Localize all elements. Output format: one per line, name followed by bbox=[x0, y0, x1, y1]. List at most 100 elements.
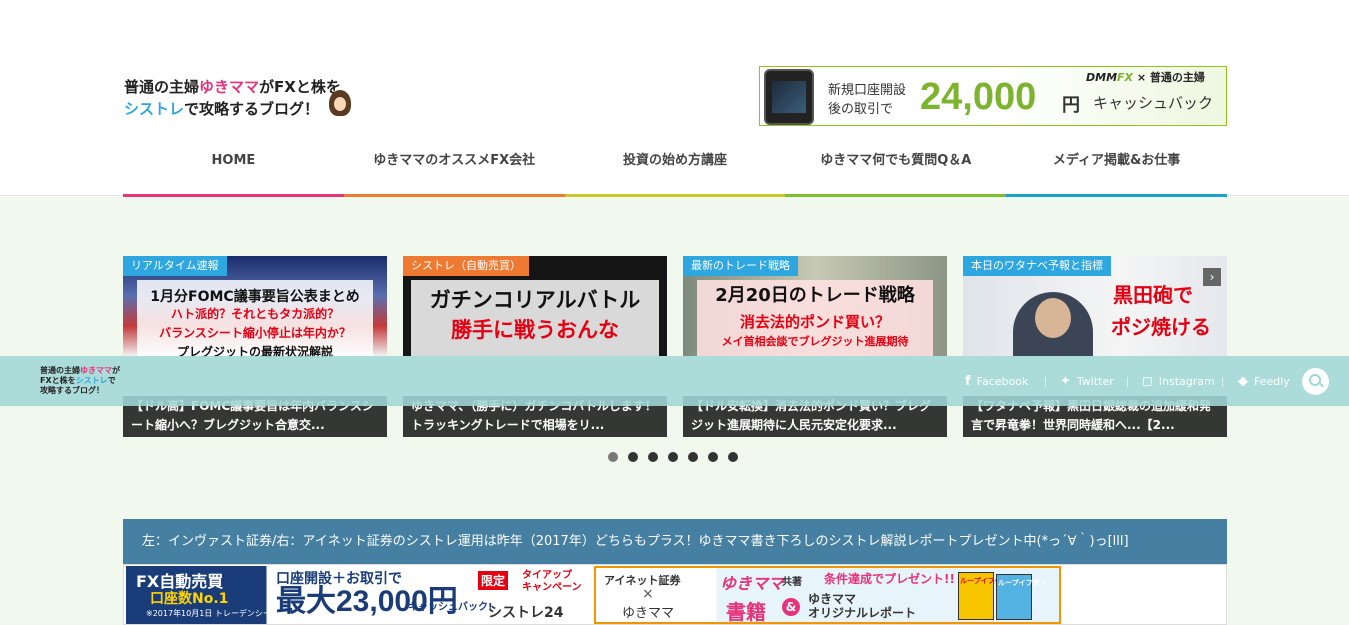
nav-label: ゆきママのオススメFX会社 bbox=[373, 153, 536, 168]
main-content: 1月分FOMC議事要旨公表まとめ ハト派的？それともタカ派的？ バランスシート縮… bbox=[0, 197, 1349, 625]
ad-brand: DMMFX × 普通の主婦 bbox=[1086, 69, 1205, 85]
systre24-banner-ad[interactable]: FX自動売買 口座数No.1 ※2017年10月1日 トレーデンシー社調べ 口座… bbox=[126, 566, 594, 624]
card-headline: ハト派的？それともタカ派的？ bbox=[170, 307, 340, 321]
ad-text: ゆきママ bbox=[720, 574, 785, 593]
page: 普通の主婦ゆきママがFXと株を シストレで攻略するブログ！ DMMFX × 普通… bbox=[0, 0, 1349, 625]
logo-text: がFXと株を bbox=[259, 78, 341, 96]
mini-logo-line: FXと株をシストレで bbox=[40, 376, 128, 386]
ad-text: 共著 bbox=[782, 577, 802, 588]
card-headline: メイ首相会談でブレグジット進展期待 bbox=[721, 335, 909, 348]
slider-card[interactable]: 黒田砲で ポジ焼ける › 本日のワタナベ予報と指標 【ワタナベ予報】黒田日銀総裁… bbox=[963, 256, 1227, 437]
slider-card[interactable]: 2月20日のトレード戦略 消去法的ポンド買い？ メイ首相会談でブレグジット進展期… bbox=[683, 256, 947, 437]
ad-text: タイアップ bbox=[522, 570, 572, 581]
ad-line-1: 新規口座開設 bbox=[828, 83, 907, 98]
search-icon[interactable] bbox=[1302, 368, 1329, 395]
category-tag[interactable]: リアルタイム速報 bbox=[123, 256, 227, 276]
ad-cashback: キャッシュバック bbox=[1093, 94, 1214, 112]
ad-amount: 24,000 bbox=[920, 76, 1037, 118]
card-headline: ガチンコリアルバトル bbox=[429, 288, 641, 312]
book-title: ループイフダン bbox=[998, 579, 1047, 587]
ad-text: ゆきママ bbox=[808, 592, 857, 606]
social-label: Facebook bbox=[976, 374, 1029, 388]
logo-line-1: 普通の主婦ゆきママがFXと株を bbox=[124, 76, 354, 98]
logo-text-highlight: シストレ bbox=[124, 100, 185, 118]
divider bbox=[1045, 377, 1046, 387]
nav-item-recommended-fx[interactable]: ゆきママのオススメFX会社 bbox=[343, 140, 565, 199]
ad-text: ゆきママ bbox=[622, 606, 675, 621]
card-headline: 2月20日のトレード戦略 bbox=[715, 285, 915, 306]
card-headline: 勝手に戦うおんな bbox=[451, 318, 619, 342]
instagram-link[interactable]: ◻ Instagram bbox=[1142, 356, 1215, 406]
logo-text: 普通の主婦 bbox=[124, 78, 200, 96]
mini-logo-text: ゆきママ bbox=[80, 366, 112, 375]
ampersand-badge: & bbox=[782, 598, 800, 616]
social-label: Twitter bbox=[1076, 374, 1114, 388]
slider-dot[interactable] bbox=[668, 452, 678, 462]
mini-logo-text: FXと株を bbox=[40, 376, 76, 385]
social-label: Instagram bbox=[1158, 374, 1215, 388]
card-headline: 消去法的ポンド買い？ bbox=[739, 313, 890, 331]
ad-text: 書籍 bbox=[726, 600, 766, 624]
featured-slider: 1月分FOMC議事要旨公表まとめ ハト派的？それともタカ派的？ バランスシート縮… bbox=[123, 256, 1227, 437]
logo-text: で攻略するブログ！ bbox=[184, 100, 320, 118]
slider-card[interactable]: ガチンコリアルバトル 勝手に戦うおんな シストレ（自動売買） ゆきママ、（勝手に… bbox=[403, 256, 667, 437]
main-navigation: HOME ゆきママのオススメFX会社 投資の始め方講座 ゆきママ何でも質問Q＆A… bbox=[123, 140, 1227, 199]
bottom-banner-ads: FX自動売買 口座数No.1 ※2017年10月1日 トレーデンシー社調べ 口座… bbox=[123, 564, 1227, 625]
brand-fx: FX bbox=[1117, 71, 1134, 84]
card-headline: バランスシート縮小停止は年内か？ bbox=[159, 326, 351, 340]
nav-label: 投資の始め方講座 bbox=[622, 153, 727, 168]
ad-text: キャッシュバック! bbox=[408, 602, 493, 613]
slider-dot[interactable] bbox=[648, 452, 658, 462]
card-headline: 黒田砲で bbox=[1113, 283, 1193, 307]
avatar-illustration bbox=[329, 90, 351, 116]
mini-logo-text: が bbox=[112, 366, 120, 375]
logo-text-highlight: ゆきママ bbox=[199, 78, 260, 96]
slider-dot[interactable] bbox=[608, 452, 618, 462]
twitter-icon: ✦ bbox=[1060, 373, 1071, 389]
divider bbox=[1127, 377, 1128, 387]
mini-logo-line: 攻略するブログ！ bbox=[40, 386, 104, 395]
brand-dmm: DMM bbox=[1086, 71, 1118, 84]
mini-logo[interactable]: 普通の主婦ゆきママが FXと株をシストレで 攻略するブログ！ bbox=[40, 366, 128, 396]
site-logo[interactable]: 普通の主婦ゆきママがFXと株を シストレで攻略するブログ！ bbox=[124, 76, 354, 120]
nav-item-media[interactable]: メディア掲載&お仕事 bbox=[1006, 140, 1227, 199]
logo-line-2: シストレで攻略するブログ！ bbox=[124, 98, 354, 120]
mini-logo-text: で bbox=[107, 376, 116, 385]
header-banner-ad[interactable]: DMMFX × 普通の主婦 新規口座開設 後の取引で 24,000 円 キャッシ… bbox=[759, 66, 1227, 126]
slider-dot[interactable] bbox=[688, 452, 698, 462]
inet-banner-ad[interactable]: アイネット証券 × ゆきママ ゆきママ 共著 条件達成でプレゼント!! 書籍 &… bbox=[594, 566, 1061, 624]
ad-brand: シストレ24 bbox=[488, 605, 564, 621]
slider-next-button[interactable]: › bbox=[1203, 268, 1221, 286]
ad-footnote: ※2017年10月1日 トレーデンシー社調べ bbox=[146, 609, 295, 618]
sticky-follow-bar: 普通の主婦ゆきママが FXと株をシストレで 攻略するブログ！ f Faceboo… bbox=[0, 356, 1349, 406]
slider-dot[interactable] bbox=[708, 452, 718, 462]
category-tag[interactable]: シストレ（自動売買） bbox=[403, 256, 529, 276]
nav-item-investing-course[interactable]: 投資の始め方講座 bbox=[564, 140, 786, 199]
site-header: 普通の主婦ゆきママがFXと株を シストレで攻略するブログ！ DMMFX × 普通… bbox=[0, 0, 1349, 199]
ad-text: 口座数No.1 bbox=[150, 591, 229, 607]
twitter-link[interactable]: ✦ Twitter bbox=[1060, 356, 1114, 406]
feedly-link[interactable]: ◆ Feedly bbox=[1238, 356, 1290, 406]
category-tag[interactable]: 最新のトレード戦略 bbox=[683, 256, 798, 276]
facebook-icon: f bbox=[965, 373, 971, 389]
ad-line-2: 後の取引で bbox=[828, 102, 894, 117]
nav-label: ゆきママ何でも質問Q＆A bbox=[820, 153, 972, 168]
mini-logo-text: シストレ bbox=[75, 376, 108, 385]
ad-campaign: タイアップ キャンペーン bbox=[522, 570, 582, 594]
slider-dot[interactable] bbox=[628, 452, 638, 462]
nav-label: メディア掲載&お仕事 bbox=[1052, 153, 1181, 168]
slider-pagination bbox=[608, 452, 738, 462]
announcement-ticker[interactable]: 左：インヴァスト証券/右：アイネット証券のシストレ運用は昨年（2017年）どちら… bbox=[123, 519, 1227, 564]
feedly-icon: ◆ bbox=[1238, 373, 1248, 389]
facebook-link[interactable]: f Facebook bbox=[965, 356, 1028, 406]
card-headline: 1月分FOMC議事要旨公表まとめ bbox=[150, 289, 360, 305]
slider-dot[interactable] bbox=[728, 452, 738, 462]
slider-card[interactable]: 1月分FOMC議事要旨公表まとめ ハト派的？それともタカ派的？ バランスシート縮… bbox=[123, 256, 387, 437]
mini-logo-line: 普通の主婦ゆきママが bbox=[40, 366, 128, 376]
card-headline: ポジ焼ける bbox=[1111, 315, 1211, 339]
nav-item-qa[interactable]: ゆきママ何でも質問Q＆A bbox=[785, 140, 1007, 199]
nav-item-home[interactable]: HOME bbox=[123, 140, 344, 199]
brand-collab: × 普通の主婦 bbox=[1136, 71, 1205, 84]
divider bbox=[1222, 377, 1223, 387]
category-tag[interactable]: 本日のワタナベ予報と指標 bbox=[963, 256, 1111, 276]
